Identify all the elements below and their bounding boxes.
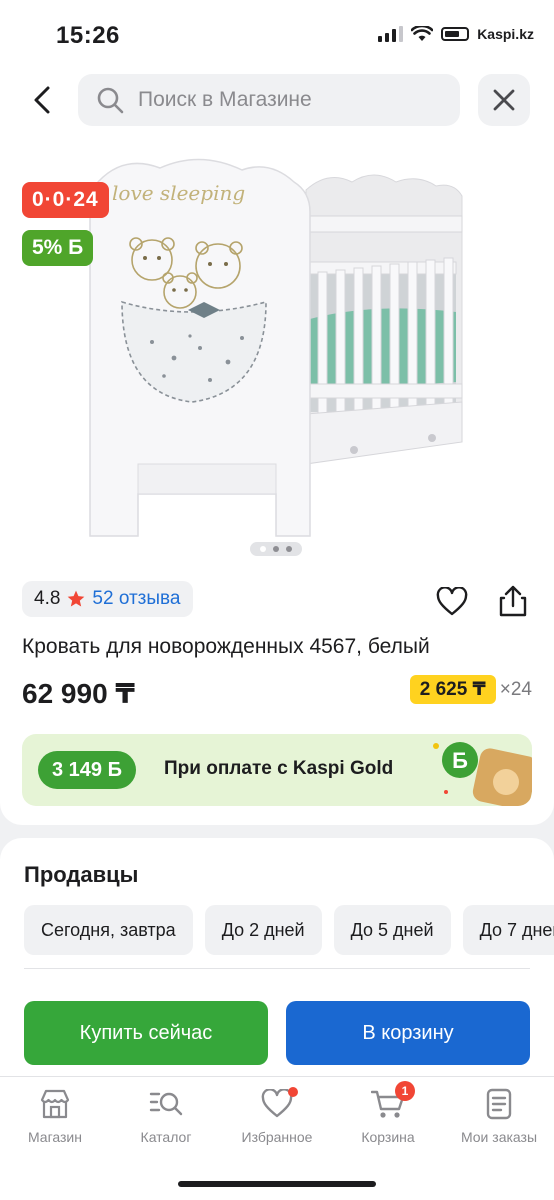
- orders-icon: [486, 1088, 512, 1120]
- search-icon: [97, 87, 124, 114]
- buy-now-button[interactable]: Купить сейчас: [24, 1001, 268, 1065]
- delivery-filter-chips: Сегодня, завтра До 2 дней До 5 дней До 7…: [24, 905, 554, 955]
- back-button[interactable]: [24, 78, 60, 122]
- add-to-cart-button[interactable]: В корзину: [286, 1001, 530, 1065]
- gold-banner-text: При оплате с Kaspi Gold: [164, 758, 394, 779]
- home-indicator: [178, 1181, 376, 1187]
- reviews-link[interactable]: 52 отзыва: [92, 588, 180, 610]
- tab-catalog[interactable]: Каталог: [111, 1087, 221, 1151]
- status-bar: 15:26 Kaspi.kz: [0, 0, 554, 70]
- image-pagination-dots[interactable]: [250, 542, 302, 556]
- favorites-notification-dot: [288, 1087, 298, 1097]
- share-icon: [499, 585, 527, 617]
- gold-bonus-pill: 3 149 Б: [38, 751, 136, 789]
- sellers-title: Продавцы: [24, 862, 139, 887]
- image-caption: love sleeping: [112, 181, 245, 205]
- search-input[interactable]: [138, 88, 428, 112]
- status-time: 15:26: [56, 22, 120, 49]
- delivery-chip-5-days[interactable]: До 5 дней: [333, 905, 451, 955]
- favorite-button[interactable]: [434, 584, 470, 620]
- battery-icon: [441, 27, 470, 41]
- tab-my-orders[interactable]: Мои заказы: [444, 1087, 554, 1151]
- carrier-label: Kaspi.kz: [477, 26, 534, 42]
- bonus-percent-badge: 5% Б: [22, 230, 94, 266]
- share-button[interactable]: [494, 582, 532, 620]
- tab-favorites[interactable]: Избранное: [222, 1087, 332, 1151]
- tab-label-my-orders: Мои заказы: [460, 1129, 538, 1145]
- tab-shop[interactable]: Магазин: [0, 1087, 110, 1151]
- heart-icon: [436, 587, 468, 616]
- installment-months: ×24: [499, 678, 532, 700]
- installment-amount: 2 625 ₸: [409, 675, 496, 704]
- gold-logo-glyph: Б: [452, 748, 468, 773]
- wifi-icon: [411, 26, 434, 41]
- rating-chip[interactable]: 4.8 52 отзыва: [22, 581, 193, 617]
- product-card: love sleeping 0·0·24 5% Б 4.8 52 отзыва: [0, 130, 554, 825]
- product-price: 62 990 ₸: [22, 678, 135, 709]
- tab-label-shop: Магазин: [27, 1129, 82, 1145]
- tab-label-cart: Корзина: [361, 1129, 415, 1145]
- product-title: Кровать для новорожденных 4567, белый: [22, 635, 430, 658]
- delivery-chip-2-days[interactable]: До 2 дней: [204, 905, 322, 955]
- tab-label-catalog: Каталог: [140, 1129, 192, 1145]
- cart-count-badge: 1: [395, 1081, 415, 1101]
- cellular-signal-icon: [378, 26, 404, 42]
- bonus-coin-icon: Б: [433, 742, 532, 806]
- chevron-left-icon: [34, 86, 50, 114]
- catalog-icon: [149, 1092, 183, 1116]
- kaspi-gold-banner[interactable]: 3 149 Б При оплате с Kaspi Gold Б: [22, 734, 532, 806]
- installment-info[interactable]: 2 625 ₸ ×24: [409, 675, 532, 704]
- close-icon: [493, 89, 515, 111]
- tab-cart[interactable]: 1 Корзина: [333, 1081, 443, 1151]
- tab-label-favorites: Избранное: [241, 1129, 313, 1145]
- installment-promo-badge: 0·0·24: [22, 182, 109, 218]
- status-indicators: Kaspi.kz: [378, 26, 534, 42]
- delivery-chip-today-tomorrow[interactable]: Сегодня, завтра: [24, 905, 193, 955]
- search-bar[interactable]: [78, 74, 460, 126]
- close-button[interactable]: [478, 74, 530, 126]
- shop-icon: [40, 1089, 70, 1119]
- product-image[interactable]: love sleeping: [70, 152, 500, 542]
- divider: [24, 968, 530, 969]
- rating-value: 4.8: [34, 588, 61, 609]
- star-icon: [68, 590, 85, 607]
- header: [0, 70, 554, 130]
- delivery-chip-7-days[interactable]: До 7 дней: [462, 905, 554, 955]
